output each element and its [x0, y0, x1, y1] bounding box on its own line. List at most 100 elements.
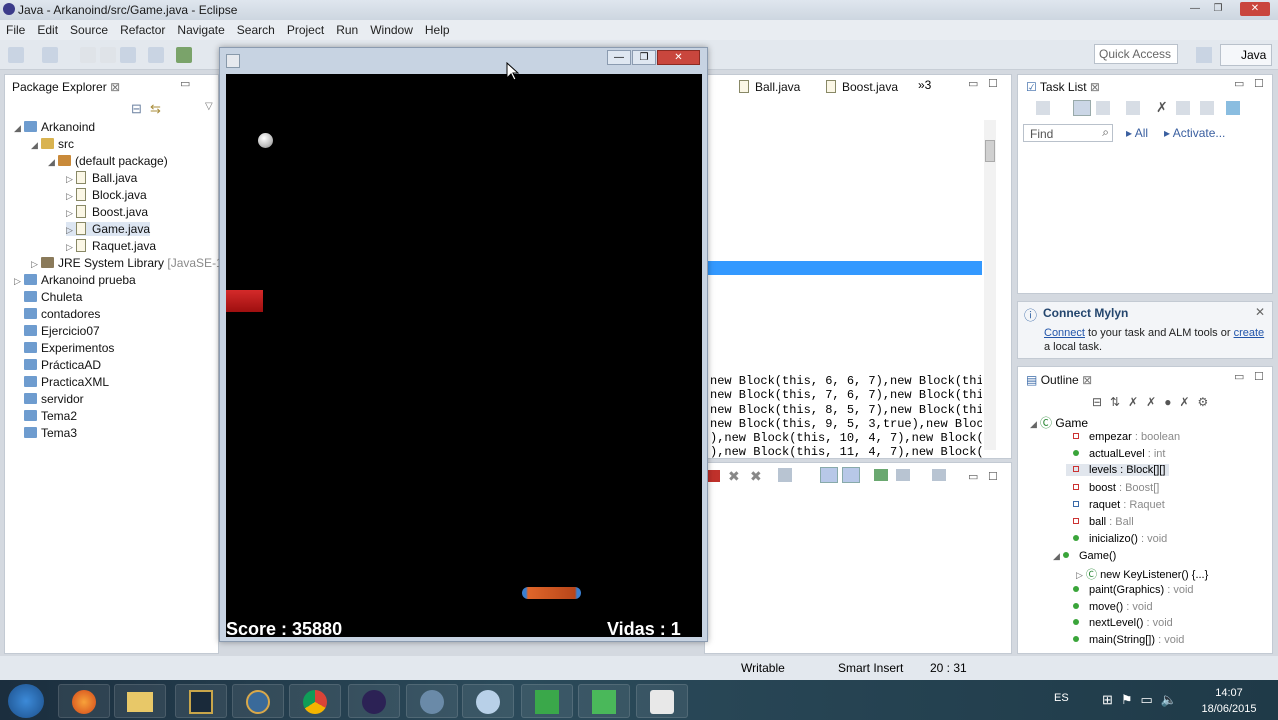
outline-item[interactable]: empezar : boolean [1073, 431, 1180, 443]
tab-ball-java[interactable]: Ball.java [733, 76, 807, 98]
tree-item-raquet-java[interactable]: ▷ Raquet.java [66, 239, 156, 253]
task-list-tab[interactable]: ☑ Task List ⊠ [1020, 76, 1106, 98]
save-icon[interactable] [80, 47, 96, 63]
menu-file[interactable]: File [6, 23, 25, 37]
paint-taskbar-icon[interactable] [462, 684, 514, 718]
hide-completed-icon[interactable] [1126, 101, 1140, 115]
game-maximize-button[interactable]: ❐ [632, 50, 656, 65]
tree-item-contadores[interactable]: contadores [24, 307, 100, 321]
game-close-button[interactable]: ✕ [657, 50, 700, 65]
code-area[interactable]: new Block(this, 6, 6, 7),new Block(this,… [710, 360, 982, 474]
outline-item[interactable]: actualLevel : int [1073, 448, 1165, 460]
maximize-tasklist-icon[interactable]: ☐ [1254, 77, 1264, 90]
close-tab-icon[interactable]: ⊠ [1090, 80, 1100, 94]
outline-item[interactable]: nextLevel() : void [1073, 617, 1173, 629]
tree-item-experimentos[interactable]: Experimentos [24, 341, 114, 355]
connect-link[interactable]: Connect [1044, 327, 1085, 339]
camtasia-recorder-taskbar-icon[interactable] [578, 684, 630, 718]
outline-item[interactable]: ◢ Game() [1053, 550, 1116, 562]
minimize-tasklist-icon[interactable]: ▭ [1234, 77, 1244, 90]
quick-access-input[interactable]: Quick Access [1094, 44, 1178, 64]
outline-item[interactable]: paint(Graphics) : void [1073, 584, 1194, 596]
tabs-overflow[interactable]: »3 [918, 78, 931, 92]
app-taskbar-icon[interactable] [406, 684, 458, 718]
sync-icon[interactable] [1176, 101, 1190, 115]
close-button[interactable]: ✕ [1240, 2, 1270, 16]
open-perspective-icon[interactable] [1196, 47, 1212, 63]
tree-item-tema2[interactable]: Tema2 [24, 409, 77, 423]
new-task-icon[interactable] [1036, 101, 1050, 115]
tree-item-arkanoind-prueba[interactable]: ▷ Arkanoind prueba [14, 273, 136, 287]
tree-item-src[interactable]: ◢ src [31, 137, 74, 151]
clock-time[interactable]: 14:07 [1204, 687, 1254, 699]
tree-item-servidor[interactable]: servidor [24, 392, 84, 406]
outline-item[interactable]: move() : void [1073, 601, 1153, 613]
outline-tab[interactable]: ▤ Outline ⊠ [1020, 369, 1099, 391]
java-taskbar-icon[interactable] [636, 684, 688, 718]
link-editor-icon[interactable]: ⇆ [150, 101, 161, 117]
toggle-breadcrumb-icon[interactable] [148, 47, 164, 63]
hearthstone-taskbar-icon[interactable] [232, 684, 284, 718]
new-icon[interactable] [8, 47, 24, 63]
close-tab-icon[interactable]: ⊠ [110, 80, 120, 94]
editor-scroll-thumb[interactable] [985, 140, 995, 162]
task-find-input[interactable]: Find ⌕ [1023, 124, 1113, 142]
outline-item[interactable]: inicializo() : void [1073, 533, 1167, 545]
collapse-tasks-icon[interactable] [1200, 101, 1214, 115]
minimize-editor-icon[interactable]: ▭ [968, 77, 978, 90]
focus-icon[interactable]: ✗ [1156, 99, 1168, 116]
league-taskbar-icon[interactable] [175, 684, 227, 718]
menu-project[interactable]: Project [287, 23, 324, 37]
outline-item[interactable]: ▷ Ⓒ new KeyListener() {...} [1076, 566, 1208, 582]
remove-launch-icon[interactable]: ✖ [728, 468, 740, 485]
close-tab-icon[interactable]: ⊠ [1082, 373, 1092, 387]
menu-source[interactable]: Source [70, 23, 108, 37]
outline-item[interactable]: main(String[]) : void [1073, 634, 1184, 646]
tree-item-practicaxml[interactable]: PracticaXML [24, 375, 109, 389]
open-console-icon[interactable] [932, 469, 946, 481]
menu-refactor[interactable]: Refactor [120, 23, 165, 37]
tree-item-default-package[interactable]: ◢ (default package) [48, 154, 168, 168]
create-link[interactable]: create [1234, 327, 1265, 339]
editor-scrollbar[interactable] [984, 120, 996, 450]
debug-icon[interactable] [176, 47, 192, 63]
menu-navigate[interactable]: Navigate [177, 23, 224, 37]
camtasia-taskbar-icon[interactable] [521, 684, 573, 718]
tab-boost-java[interactable]: Boost.java [820, 76, 905, 98]
maximize-editor-icon[interactable]: ☐ [988, 77, 998, 90]
tree-item-chuleta[interactable]: Chuleta [24, 290, 82, 304]
remove-all-icon[interactable]: ✖ [750, 468, 762, 485]
game-canvas[interactable] [226, 74, 702, 637]
minimize-view-icon[interactable]: ▭ [180, 77, 190, 90]
tree-item-practicaad[interactable]: PrácticaAD [24, 358, 101, 372]
minimize-console-icon[interactable]: ▭ [968, 470, 978, 483]
package-explorer-tab[interactable]: Package Explorer ⊠ [6, 76, 127, 98]
print-icon[interactable] [120, 47, 136, 63]
pin-console-icon[interactable] [874, 469, 888, 481]
outline-item-selected[interactable]: levels : Block[][] [1066, 464, 1170, 476]
menu-run[interactable]: Run [336, 23, 358, 37]
tree-item-arkanoind[interactable]: ◢ Arkanoind [14, 120, 95, 134]
task-repositories-icon[interactable] [1226, 101, 1240, 115]
minimize-outline-icon[interactable]: ▭ [1234, 370, 1244, 383]
outline-item[interactable]: boost : Boost[] [1073, 482, 1159, 494]
tree-item-boost-java[interactable]: ▷ Boost.java [66, 205, 148, 219]
tray-icons[interactable]: ⊞⚑▭🔈 [1102, 692, 1185, 708]
save-all-icon[interactable] [100, 47, 116, 63]
categorized-icon[interactable] [1073, 100, 1091, 116]
clock-date[interactable]: 18/06/2015 [1200, 703, 1258, 715]
display-console-icon[interactable] [896, 469, 910, 481]
tree-item-ball-java[interactable]: ▷ Ball.java [66, 171, 137, 185]
menu-edit[interactable]: Edit [37, 23, 58, 37]
chrome-taskbar-icon[interactable] [289, 684, 341, 718]
start-button[interactable] [8, 684, 44, 718]
new-package-icon[interactable] [42, 47, 58, 63]
tree-item-jre-library[interactable]: ▷ JRE System Library [JavaSE-1.8] [31, 256, 236, 270]
minimize-button[interactable]: — [1186, 2, 1204, 16]
outline-toolbar[interactable]: ⊟⇅✗✗●✗⚙ [1092, 395, 1216, 409]
tree-item-ejercicio07[interactable]: Ejercicio07 [24, 324, 100, 338]
terminate-icon[interactable] [708, 470, 720, 482]
maximize-console-icon[interactable]: ☐ [988, 470, 998, 483]
activate-link[interactable]: ▸ Activate... [1164, 126, 1225, 140]
outline-item[interactable]: ball : Ball [1073, 516, 1134, 528]
